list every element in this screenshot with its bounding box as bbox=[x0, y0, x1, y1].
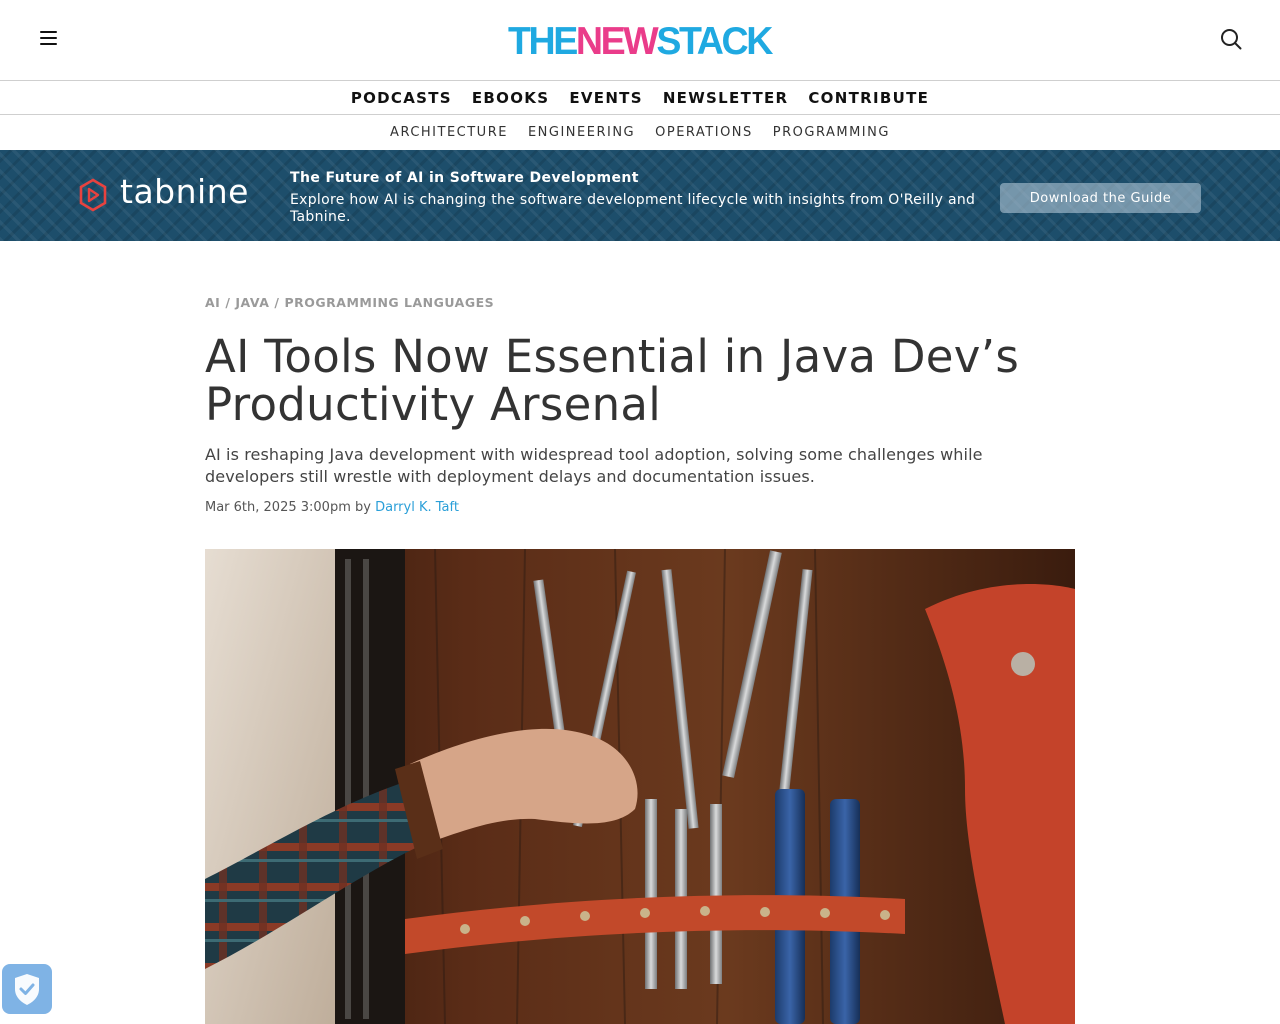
logo-new: NEW bbox=[576, 20, 659, 62]
tabnine-wordmark: tabnine bbox=[120, 172, 249, 211]
search-icon[interactable] bbox=[1219, 27, 1243, 51]
article-title: AI Tools Now Essential in Java Dev’s Pro… bbox=[205, 330, 1020, 431]
article-dek: AI is reshaping Java development with wi… bbox=[205, 445, 983, 486]
primary-nav: PODCASTS EBOOKS EVENTS NEWSLETTER CONTRI… bbox=[0, 81, 1280, 115]
author-link[interactable]: Darryl K. Taft bbox=[375, 500, 459, 515]
nav-podcasts[interactable]: PODCASTS bbox=[351, 89, 452, 107]
category-separator: / bbox=[274, 295, 280, 310]
nav-events[interactable]: EVENTS bbox=[569, 89, 643, 107]
sponsor-banner[interactable]: tabnine The Future of AI in Software Dev… bbox=[0, 150, 1280, 241]
banner-description: Explore how AI is changing the software … bbox=[290, 192, 976, 225]
nav-programming[interactable]: PROGRAMMING bbox=[773, 125, 890, 140]
nav-operations[interactable]: OPERATIONS bbox=[655, 125, 753, 140]
byline-by: by bbox=[355, 500, 371, 515]
hamburger-menu-icon[interactable] bbox=[38, 27, 60, 49]
nav-architecture[interactable]: ARCHITECTURE bbox=[390, 125, 508, 140]
article-byline: Mar 6th, 2025 3:00pm by Darryl K. Taft bbox=[205, 500, 459, 515]
nav-contribute[interactable]: CONTRIBUTE bbox=[808, 89, 929, 107]
category-ai[interactable]: AI bbox=[205, 295, 220, 310]
svg-text:THENEWSTACK: THENEWSTACK bbox=[508, 20, 773, 62]
article-categories: AI / JAVA / PROGRAMMING LANGUAGES bbox=[205, 295, 494, 310]
site-header: THENEWSTACK bbox=[0, 0, 1280, 81]
privacy-settings-badge[interactable] bbox=[2, 964, 52, 1014]
nav-newsletter[interactable]: NEWSLETTER bbox=[663, 89, 789, 107]
nav-ebooks[interactable]: EBOOKS bbox=[472, 89, 549, 107]
category-programming-languages[interactable]: PROGRAMMING LANGUAGES bbox=[284, 295, 494, 310]
hero-image bbox=[205, 549, 1075, 1024]
banner-title: The Future of AI in Software Development bbox=[290, 170, 639, 186]
category-java[interactable]: JAVA bbox=[235, 295, 269, 310]
tabnine-logo[interactable]: tabnine bbox=[78, 172, 248, 216]
hero-photo-illustration bbox=[205, 549, 1075, 1024]
logo-the: THE bbox=[508, 20, 577, 62]
tabnine-hexagon-icon bbox=[79, 178, 107, 212]
site-logo[interactable]: THENEWSTACK bbox=[508, 18, 773, 62]
logo-stack: STACK bbox=[656, 20, 773, 62]
shield-check-icon bbox=[15, 974, 39, 1005]
category-separator: / bbox=[225, 295, 231, 310]
download-guide-button[interactable]: Download the Guide bbox=[1000, 183, 1201, 213]
secondary-nav: ARCHITECTURE ENGINEERING OPERATIONS PROG… bbox=[0, 115, 1280, 149]
nav-engineering[interactable]: ENGINEERING bbox=[528, 125, 635, 140]
article-date: Mar 6th, 2025 3:00pm bbox=[205, 500, 351, 515]
